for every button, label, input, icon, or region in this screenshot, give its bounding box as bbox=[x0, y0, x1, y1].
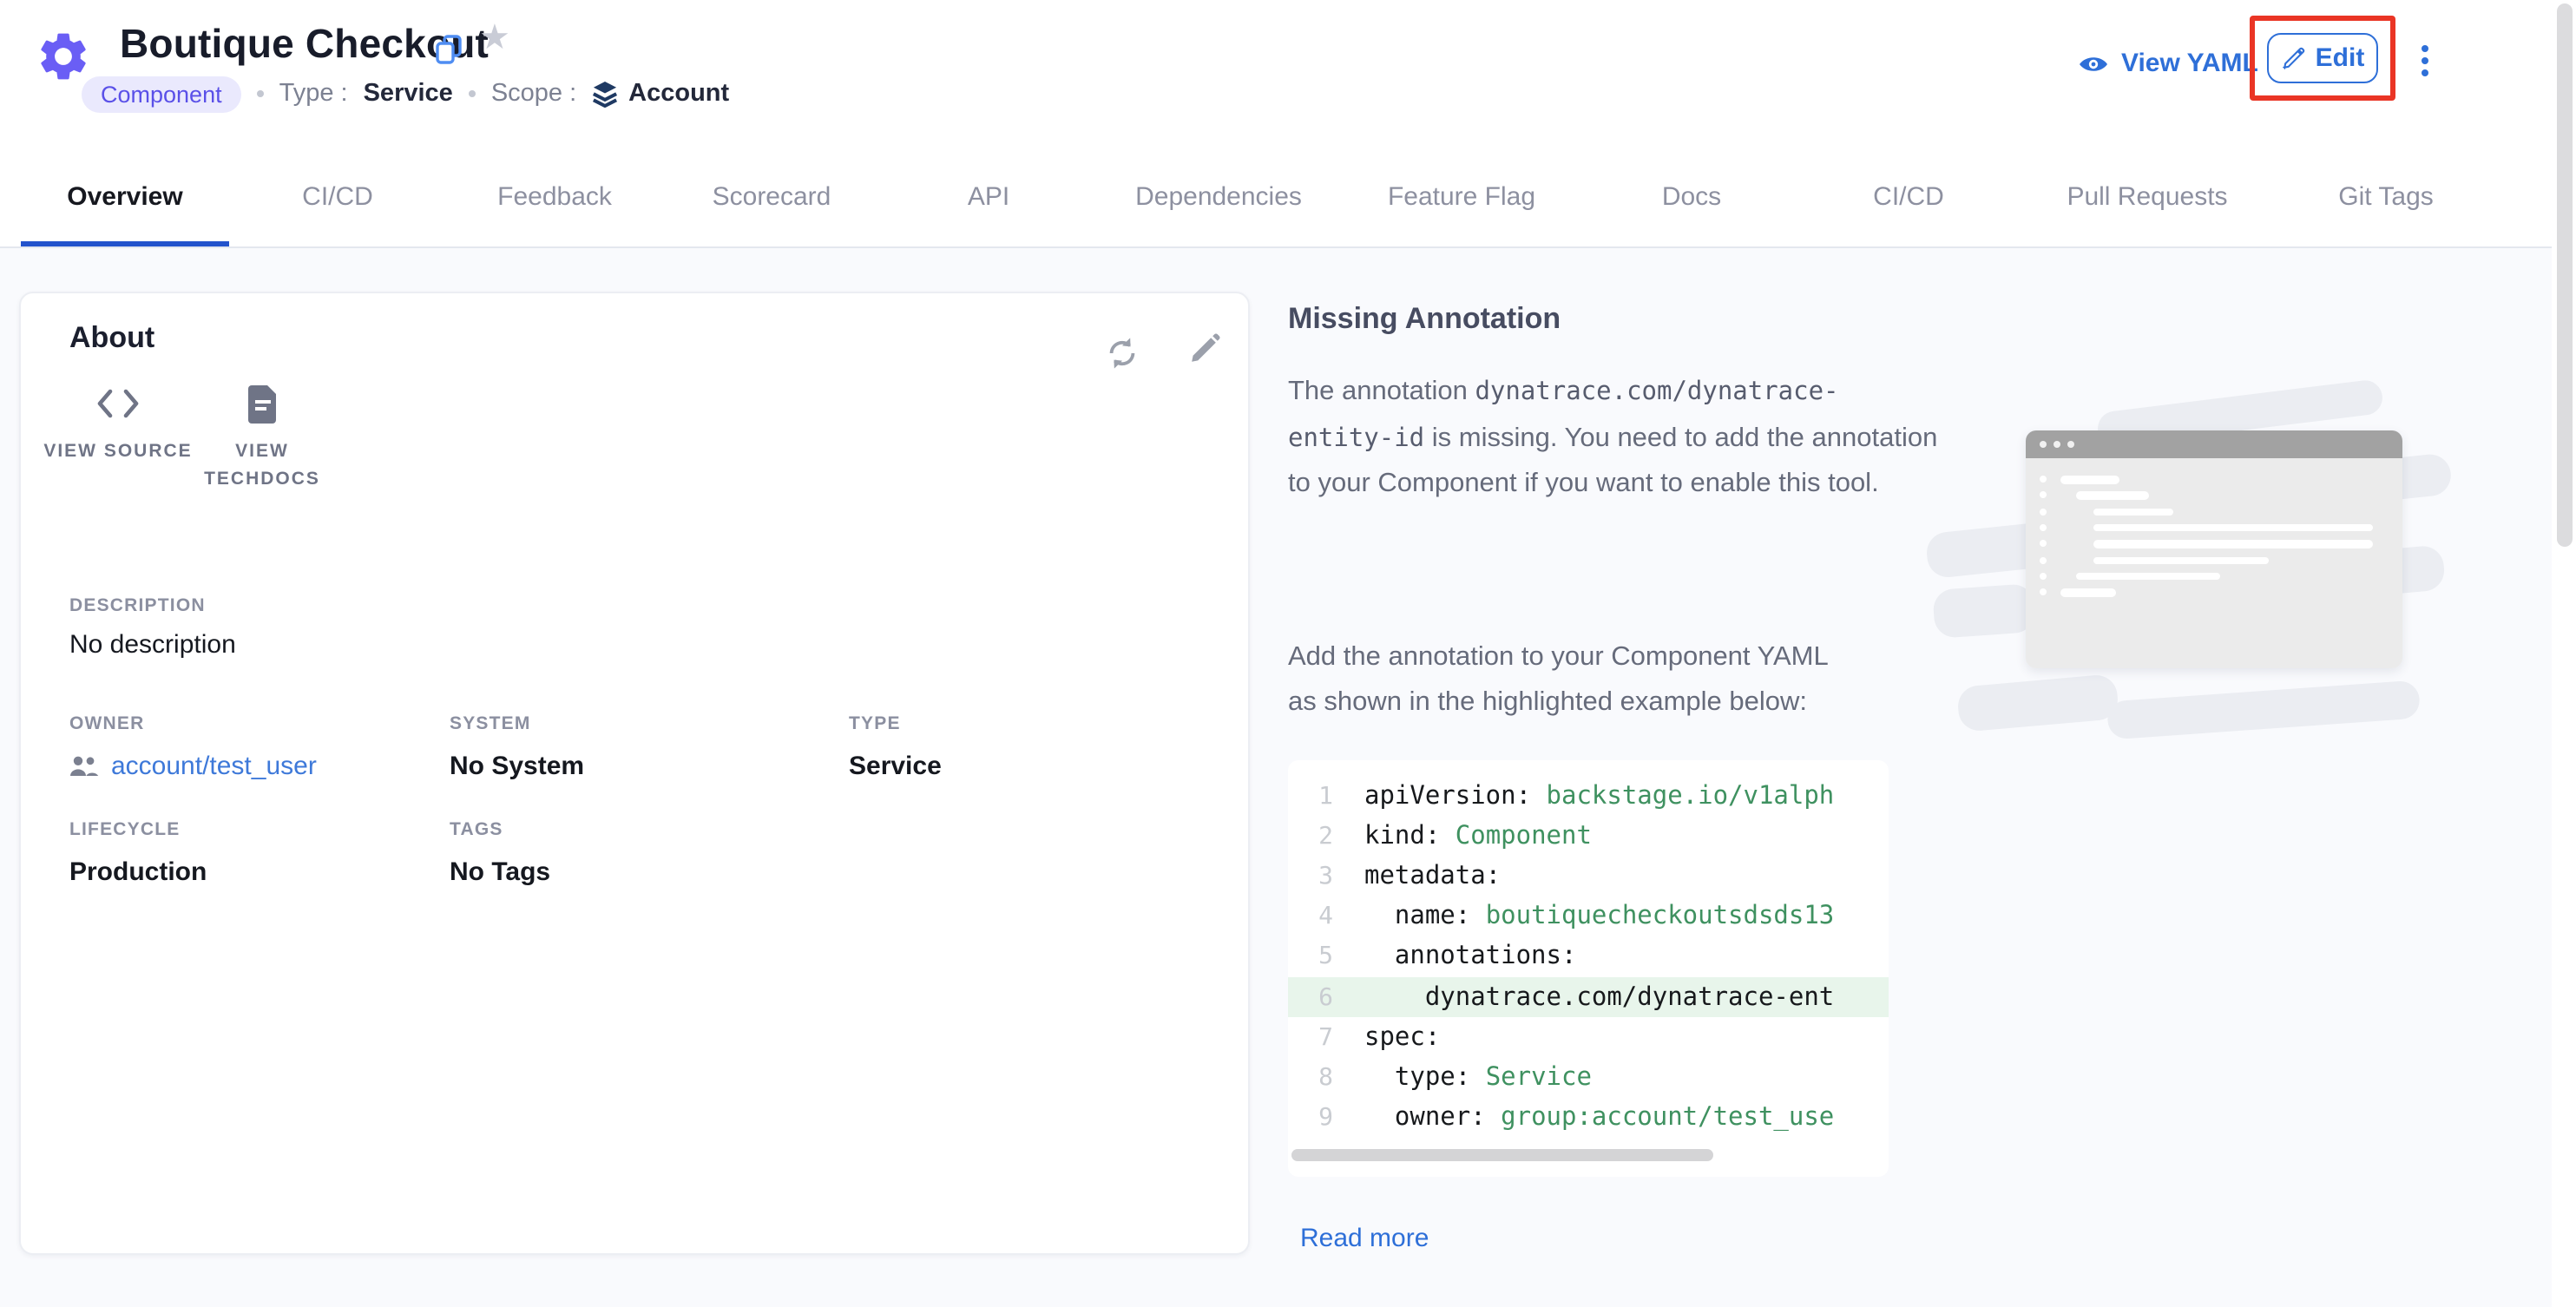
entity-meta-row: Component Type : Service Scope : Account bbox=[82, 75, 729, 113]
owner-value[interactable]: account/test_user bbox=[69, 752, 317, 781]
type-label: TYPE bbox=[849, 713, 901, 734]
tab-pull-requests[interactable]: Pull Requests bbox=[2017, 146, 2277, 246]
type-label: Type : bbox=[279, 80, 348, 108]
yaml-code-block: 1apiVersion: backstage.io/v1alph2kind: C… bbox=[1288, 760, 1889, 1177]
edit-highlight-annotation: Edit bbox=[2250, 16, 2395, 101]
pencil-edit-icon bbox=[2281, 46, 2305, 70]
view-source-label: VIEW SOURCE bbox=[42, 437, 194, 465]
code-line-6-highlighted: 6 dynatrace.com/dynatrace-ent bbox=[1288, 977, 1889, 1017]
refresh-icon[interactable] bbox=[1104, 335, 1140, 371]
view-techdocs-label: VIEW TECHDOCS bbox=[186, 437, 338, 493]
about-card: About VIEW SOURCE bbox=[19, 292, 1250, 1255]
system-value: No System bbox=[450, 752, 584, 781]
dot-separator bbox=[257, 90, 264, 97]
code-line-5: 5 annotations: bbox=[1288, 937, 1889, 977]
browser-window-illustration bbox=[1941, 396, 2430, 764]
tab-ci-cd-2[interactable]: CI/CD bbox=[1800, 146, 2017, 246]
group-icon bbox=[69, 755, 99, 778]
about-card-title: About bbox=[69, 321, 154, 356]
annotation-instruction: Add the annotation to your Component YAM… bbox=[1288, 635, 1829, 724]
kind-badge: Component bbox=[82, 76, 241, 112]
scope-value-wrap: Account bbox=[592, 80, 729, 108]
edit-button[interactable]: Edit bbox=[2267, 33, 2378, 83]
star-favorite-icon[interactable]: ★ bbox=[479, 21, 510, 56]
code-line-3: 3metadata: bbox=[1288, 857, 1889, 897]
code-line-9: 9 owner: group:account/test_use bbox=[1288, 1098, 1889, 1138]
overview-content: About VIEW SOURCE bbox=[0, 248, 2552, 1307]
code-line-8: 8 type: Service bbox=[1288, 1058, 1889, 1098]
page-scrollbar-track bbox=[2552, 0, 2576, 1307]
tab-api[interactable]: API bbox=[880, 146, 1097, 246]
scope-value: Account bbox=[628, 80, 729, 108]
tab-ci-cd[interactable]: CI/CD bbox=[229, 146, 446, 246]
tags-label: TAGS bbox=[450, 819, 503, 840]
code-line-4: 4 name: boutiquecheckoutsdsds13 bbox=[1288, 897, 1889, 936]
tags-value: No Tags bbox=[450, 857, 550, 887]
edit-button-label: Edit bbox=[2316, 43, 2365, 73]
tab-scorecard[interactable]: Scorecard bbox=[663, 146, 880, 246]
missing-annotation-title: Missing Annotation bbox=[1288, 302, 1561, 337]
owner-label: OWNER bbox=[69, 713, 145, 734]
code-line-7: 7spec: bbox=[1288, 1017, 1889, 1057]
code-line-2: 2kind: Component bbox=[1288, 816, 1889, 856]
type-value: Service bbox=[364, 80, 453, 108]
page-title: Boutique Checkout bbox=[120, 21, 489, 68]
tab-docs[interactable]: Docs bbox=[1583, 146, 1800, 246]
code-horizontal-scrollbar[interactable] bbox=[1291, 1149, 1713, 1161]
mock-browser-titlebar bbox=[2026, 430, 2402, 458]
tab-feedback[interactable]: Feedback bbox=[446, 146, 663, 246]
tab-dependencies[interactable]: Dependencies bbox=[1097, 146, 1340, 246]
description-value: No description bbox=[69, 630, 236, 660]
view-yaml-label: View YAML bbox=[2121, 49, 2258, 78]
view-source-action[interactable]: VIEW SOURCE bbox=[42, 384, 194, 465]
more-options-kebab[interactable] bbox=[2413, 45, 2437, 83]
lifecycle-label: LIFECYCLE bbox=[69, 819, 181, 840]
tab-feature-flag[interactable]: Feature Flag bbox=[1340, 146, 1583, 246]
code-line-1: 1apiVersion: backstage.io/v1alph bbox=[1288, 776, 1889, 816]
eye-icon bbox=[2078, 53, 2109, 74]
page: Boutique Checkout ★ Component Type : Ser… bbox=[0, 0, 2576, 1307]
page-scrollbar-thumb[interactable] bbox=[2557, 3, 2573, 547]
scope-label: Scope : bbox=[491, 80, 576, 108]
tab-overview[interactable]: Overview bbox=[21, 146, 229, 246]
system-label: SYSTEM bbox=[450, 713, 531, 734]
view-yaml-link[interactable]: View YAML bbox=[2078, 49, 2258, 78]
tab-git-tags[interactable]: Git Tags bbox=[2277, 146, 2494, 246]
mock-browser-window bbox=[2026, 430, 2402, 668]
layers-scope-icon bbox=[592, 80, 618, 108]
code-icon bbox=[42, 384, 194, 424]
edit-about-pencil-icon[interactable] bbox=[1187, 332, 1222, 366]
view-techdocs-action[interactable]: VIEW TECHDOCS bbox=[186, 384, 338, 493]
dot-separator bbox=[469, 90, 476, 97]
copy-icon[interactable] bbox=[436, 35, 462, 64]
description-label: DESCRIPTION bbox=[69, 595, 206, 616]
read-more-link[interactable]: Read more bbox=[1300, 1224, 1429, 1253]
entity-tabbar: OverviewCI/CDFeedbackScorecardAPIDepende… bbox=[0, 146, 2552, 248]
docs-icon bbox=[186, 384, 338, 424]
entity-header: Boutique Checkout ★ Component Type : Ser… bbox=[0, 0, 2552, 146]
type-value: Service bbox=[849, 752, 942, 781]
lifecycle-value: Production bbox=[69, 857, 207, 887]
mock-browser-body bbox=[2026, 458, 2402, 668]
missing-annotation-text: The annotation dynatrace.com/dynatrace-e… bbox=[1288, 370, 1944, 506]
